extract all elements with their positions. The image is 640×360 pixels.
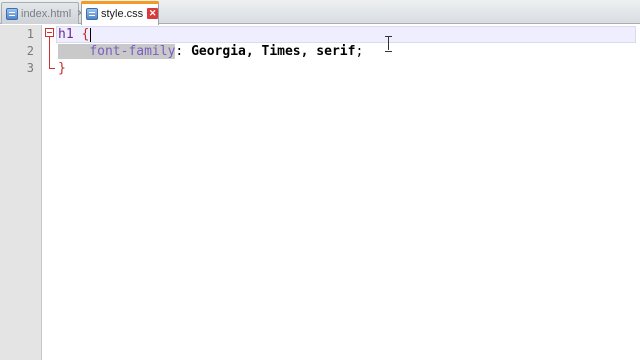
selected-indent — [58, 44, 90, 59]
fold-toggle-icon[interactable] — [45, 28, 54, 37]
fold-guide-line — [49, 37, 50, 68]
code-line-3[interactable]: } — [58, 60, 66, 77]
fold-end-marker — [49, 68, 55, 69]
line-number: 3 — [26, 61, 34, 75]
tab-index-html[interactable]: index.html ✕ — [1, 2, 84, 24]
close-icon[interactable]: ✕ — [147, 8, 159, 19]
line-number: 1 — [26, 27, 34, 41]
tab-label: style.css — [101, 7, 144, 20]
tab-label: index.html — [21, 7, 72, 20]
tab-style-css[interactable]: style.css ✕ — [81, 1, 159, 25]
line-number-gutter: 1 2 3 — [0, 25, 42, 360]
code-line-1[interactable]: h1 { — [58, 26, 92, 43]
ibeam-cursor-icon — [385, 36, 392, 52]
open-brace: { — [81, 27, 90, 42]
current-line-highlight — [56, 26, 636, 43]
semicolon: ; — [355, 44, 364, 59]
css-selector: h1 — [58, 27, 74, 42]
line-number: 2 — [26, 44, 34, 58]
code-editor[interactable]: 1 2 3 h1 { font-family: Georgia, Times, … — [0, 25, 640, 360]
css-value: Georgia, Times, serif — [191, 44, 356, 59]
html-file-icon — [6, 7, 18, 20]
css-file-icon — [86, 7, 98, 20]
tab-bar: index.html ✕ style.css ✕ — [0, 0, 640, 25]
text-caret — [90, 27, 92, 42]
css-property: font-family — [89, 44, 176, 59]
colon: : — [175, 44, 184, 59]
close-brace: } — [58, 61, 66, 76]
fold-margin — [43, 25, 55, 360]
code-line-2[interactable]: font-family: Georgia, Times, serif; — [58, 43, 363, 60]
